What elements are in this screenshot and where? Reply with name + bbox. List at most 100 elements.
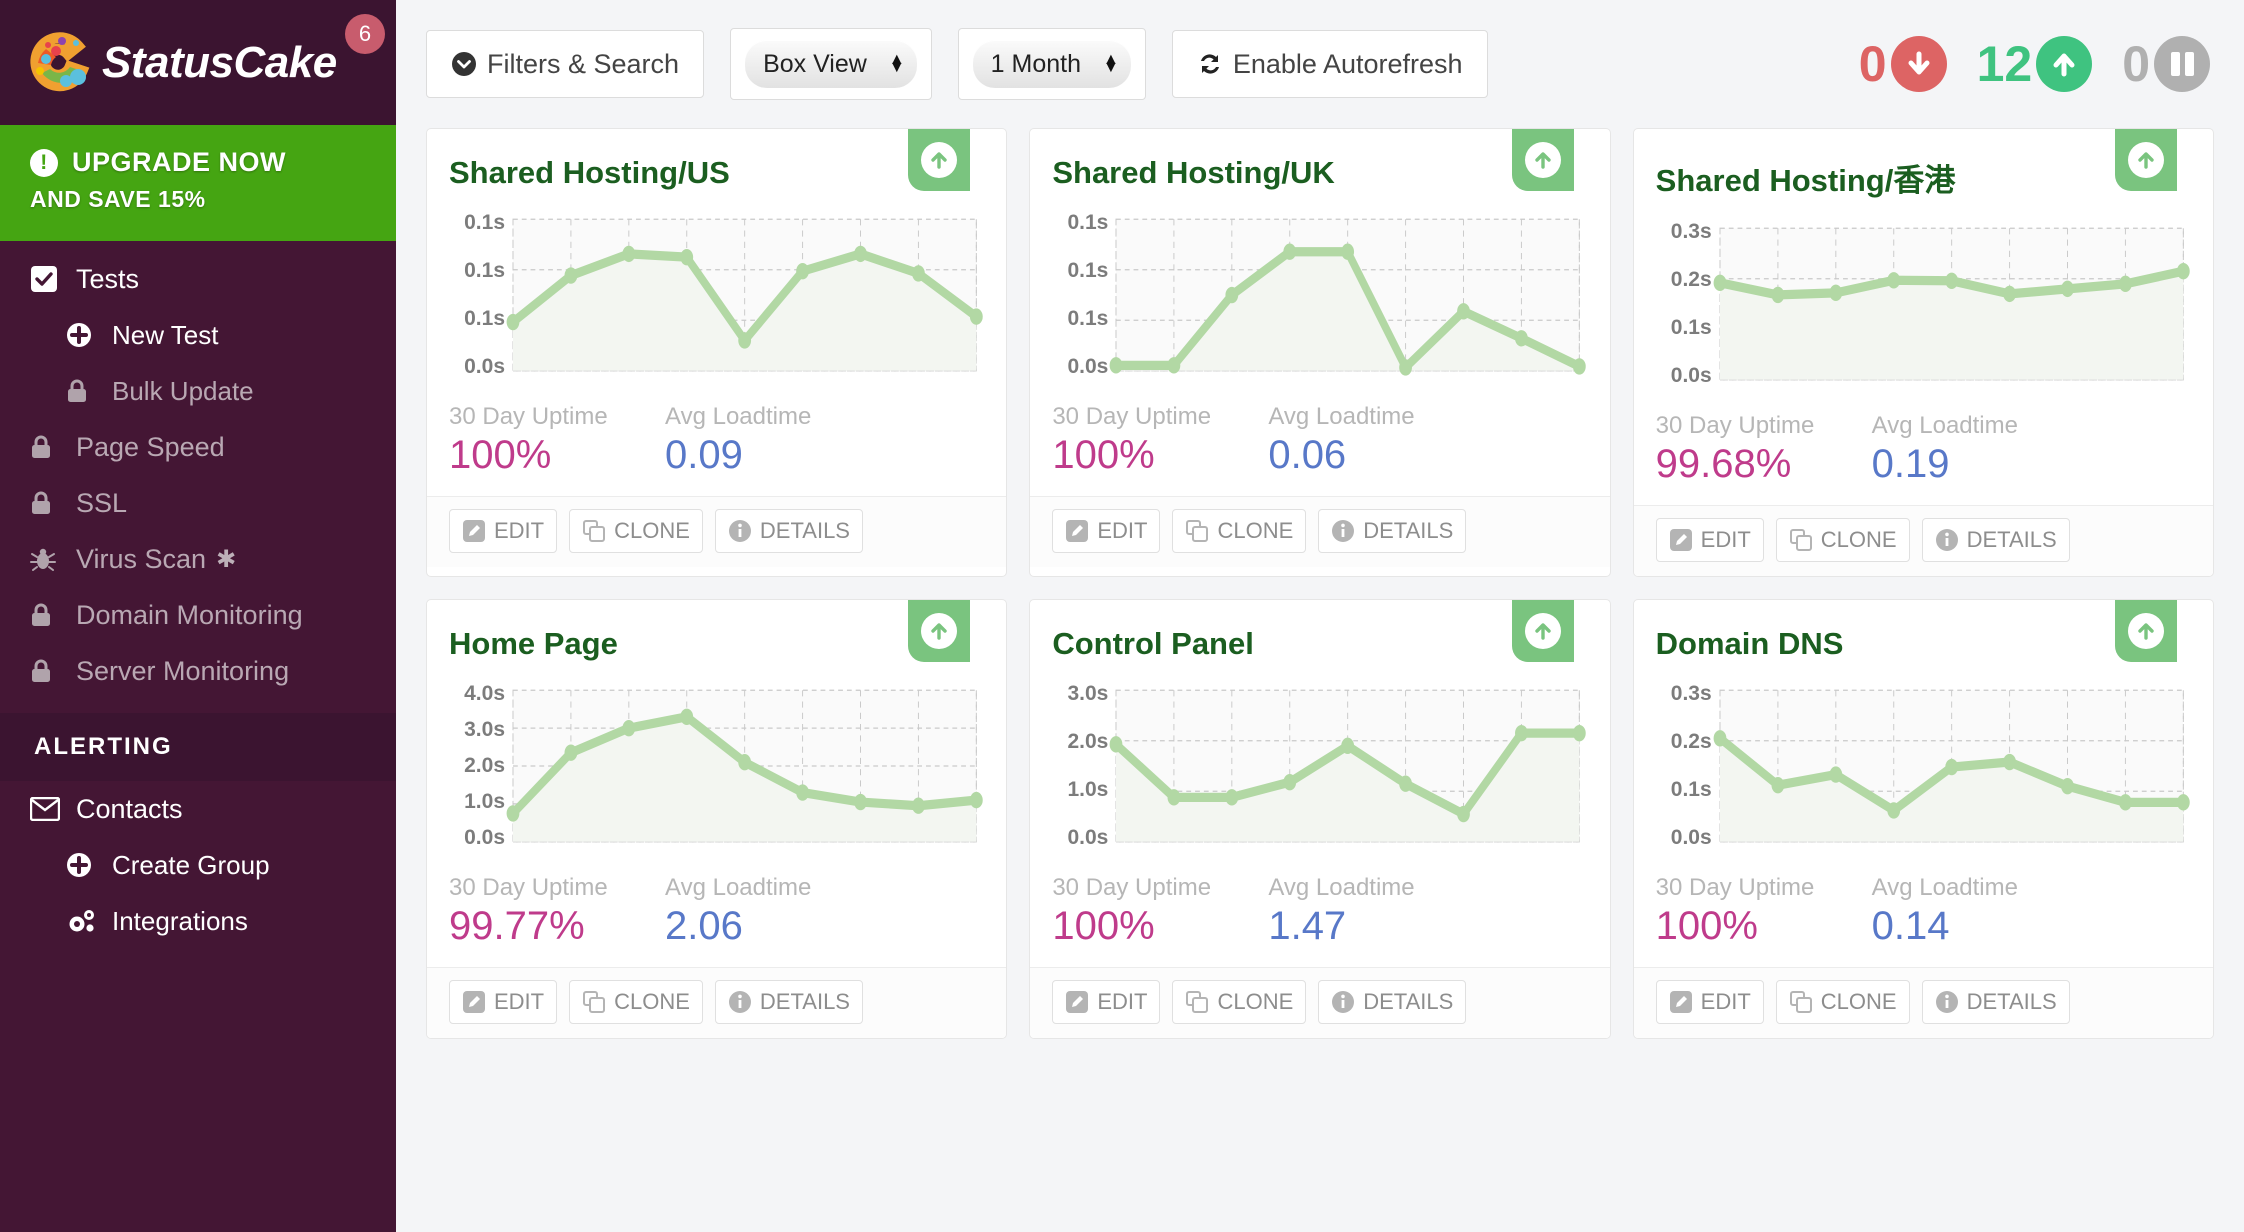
test-card-stats: 30 Day Uptime 100% Avg Loadtime 0.14 <box>1634 852 2213 967</box>
autorefresh-label: Enable Autorefresh <box>1232 48 1463 79</box>
period-select-value: 1 Month <box>990 49 1082 78</box>
test-card: Shared Hosting/香港 0.3s 0.2s 0.1s 0.0s 30 Da… <box>1632 128 2214 577</box>
test-card: Shared Hosting/UK 0.1s 0.1s 0.1s 0.0s 30 Da… <box>1029 128 1611 577</box>
test-card-actions: EDIT CLONE DETAILS <box>427 496 1007 567</box>
sidebar-item-label: Bulk Update <box>112 375 254 406</box>
clone-label: CLONE <box>614 518 690 543</box>
details-label: DETAILS <box>1966 989 2057 1014</box>
details-button[interactable]: DETAILS <box>1318 980 1467 1024</box>
edit-button[interactable]: EDIT <box>449 980 558 1024</box>
details-label: DETAILS <box>759 989 850 1014</box>
details-button[interactable]: DETAILS <box>1318 509 1467 553</box>
loadtime-value: 0.06 <box>1268 433 1347 477</box>
sidebar-item-ssl[interactable]: SSL <box>0 475 396 531</box>
sidebar-item-label: New Test <box>112 319 219 350</box>
status-count-paused[interactable]: 0 <box>2122 35 2210 93</box>
status-flag[interactable] <box>2114 600 2177 662</box>
plus-circle-icon <box>66 852 112 878</box>
sidebar-item-domain-monitoring[interactable]: Domain Monitoring <box>0 587 396 643</box>
clone-label: CLONE <box>1820 989 1897 1014</box>
clone-button[interactable]: CLONE <box>569 980 703 1024</box>
loadtime-stat: Avg Loadtime 0.09 <box>665 403 811 478</box>
pencil-icon <box>1669 990 1693 1014</box>
clone-button[interactable]: CLONE <box>569 509 703 553</box>
copy-icon <box>1789 990 1813 1014</box>
details-button[interactable]: DETAILS <box>714 509 863 553</box>
test-card-actions: EDIT CLONE DETAILS <box>427 967 1007 1038</box>
info-icon <box>1331 519 1355 543</box>
lock-icon <box>30 490 76 516</box>
sidebar-nav: Tests New Test Bulk Update Page Speed SS… <box>0 241 396 949</box>
status-flag[interactable] <box>2114 129 2177 191</box>
pencil-icon <box>462 990 486 1014</box>
edit-button[interactable]: EDIT <box>449 509 558 553</box>
uptime-stat: 30 Day Uptime 99.68% <box>1656 412 1846 487</box>
y-tick: 1.0s <box>1067 778 1109 801</box>
clone-button[interactable]: CLONE <box>1172 980 1307 1024</box>
y-tick: 0.0s <box>464 355 505 378</box>
upgrade-title-row: ! UPGRADE NOW <box>30 147 366 178</box>
y-tick: 0.1s <box>464 211 505 234</box>
sidebar-item-page-speed[interactable]: Page Speed <box>0 419 396 475</box>
sidebar-item-contacts[interactable]: Contacts <box>0 781 396 837</box>
y-tick: 3.0s <box>1067 682 1109 705</box>
edit-button[interactable]: EDIT <box>1052 509 1161 553</box>
uptime-label: 30 Day Uptime <box>1655 412 1815 439</box>
loadtime-stat: Avg Loadtime 2.06 <box>665 874 811 949</box>
upgrade-banner[interactable]: ! UPGRADE NOW AND SAVE 15% <box>0 125 396 241</box>
edit-button[interactable]: EDIT <box>1052 980 1161 1024</box>
sidebar-item-create-group[interactable]: Create Group <box>0 837 396 893</box>
chart-y-axis: 0.3s 0.2s 0.1s 0.0s <box>1648 678 1712 852</box>
test-card-actions: EDIT CLONE DETAILS <box>1633 505 2213 576</box>
edit-label: EDIT <box>1700 989 1751 1014</box>
details-button[interactable]: DETAILS <box>1921 980 2070 1024</box>
sidebar-item-tests[interactable]: Tests <box>0 251 396 307</box>
status-count-down[interactable]: 0 <box>1859 35 1947 93</box>
sidebar-item-server-monitoring[interactable]: Server Monitoring <box>0 643 396 699</box>
y-tick: 2.0s <box>1067 730 1109 753</box>
loadtime-stat: Avg Loadtime 0.14 <box>1872 874 2018 949</box>
arrow-up-circle-icon <box>921 142 958 178</box>
envelope-icon <box>30 797 76 821</box>
brand-header[interactable]: StatusCake 6 <box>0 0 396 125</box>
status-flag[interactable] <box>908 600 971 662</box>
chart-y-axis: 0.3s 0.2s 0.1s 0.0s <box>1648 216 1712 390</box>
sidebar-item-integrations[interactable]: Integrations <box>0 893 396 949</box>
sidebar-item-bulk-update[interactable]: Bulk Update <box>0 363 396 419</box>
filters-and-search-button[interactable]: Filters & Search <box>426 30 705 98</box>
details-button[interactable]: DETAILS <box>714 980 863 1024</box>
y-tick: 0.1s <box>1670 778 1712 801</box>
sidebar-item-label: Contacts <box>76 793 183 824</box>
sidebar-item-virus-scan[interactable]: Virus Scan ✱ <box>0 531 396 587</box>
loadtime-value: 2.06 <box>665 904 743 948</box>
notification-badge[interactable]: 6 <box>345 14 385 54</box>
sidebar-section-alerting: ALERTING <box>0 713 396 781</box>
status-flag[interactable] <box>1511 129 1574 191</box>
uptime-stat: 30 Day Uptime 100% <box>1052 874 1242 949</box>
enable-autorefresh-button[interactable]: Enable Autorefresh <box>1171 30 1488 98</box>
lock-icon <box>30 434 76 460</box>
period-select[interactable]: 1 Month ▲ ▼ <box>972 40 1131 88</box>
status-count-up[interactable]: 12 <box>1977 35 2093 93</box>
details-button[interactable]: DETAILS <box>1921 518 2070 562</box>
view-select[interactable]: Box View ▲ ▼ <box>745 40 917 88</box>
edit-button[interactable]: EDIT <box>1655 518 1764 562</box>
sidebar-item-label: Integrations <box>112 905 248 936</box>
bug-icon <box>30 546 76 572</box>
loadtime-stat: Avg Loadtime 0.06 <box>1268 403 1414 478</box>
chevron-down-circle-icon <box>451 51 477 77</box>
sidebar: StatusCake 6 ! UPGRADE NOW AND SAVE 15% … <box>0 0 396 1232</box>
y-tick: 0.1s <box>1067 259 1109 282</box>
status-flag[interactable] <box>908 129 971 191</box>
uptime-stat: 30 Day Uptime 100% <box>1052 403 1242 478</box>
status-flag[interactable] <box>1511 600 1574 662</box>
chart-y-axis: 0.1s 0.1s 0.1s 0.0s <box>441 207 505 381</box>
chart-plot-area <box>1108 678 1587 852</box>
clone-button[interactable]: CLONE <box>1775 518 1910 562</box>
clone-button[interactable]: CLONE <box>1172 509 1307 553</box>
test-card-stats: 30 Day Uptime 100% Avg Loadtime 0.06 <box>1030 381 1609 496</box>
loadtime-value: 1.47 <box>1268 904 1347 948</box>
edit-button[interactable]: EDIT <box>1655 980 1764 1024</box>
clone-button[interactable]: CLONE <box>1775 980 1910 1024</box>
sidebar-item-new-test[interactable]: New Test <box>0 307 396 363</box>
